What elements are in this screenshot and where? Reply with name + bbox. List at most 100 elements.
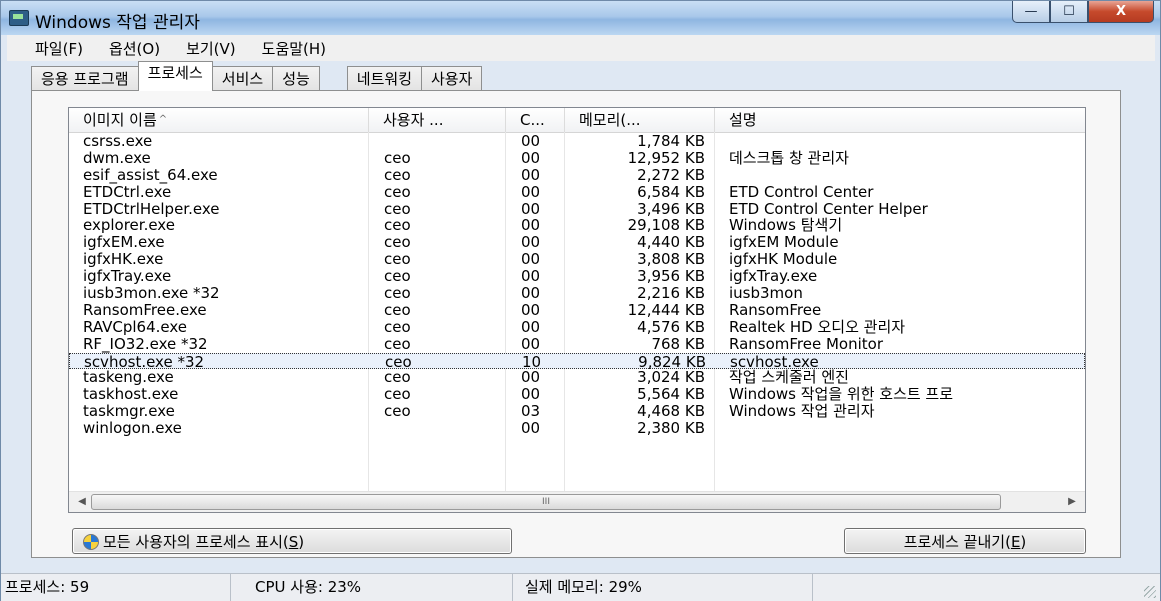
table-row[interactable]: RansomFree.exe ceo 00 12,444 KB RansomFree bbox=[69, 302, 1085, 319]
table-row[interactable]: igfxHK.exe ceo 00 3,808 KB igfxHK Module bbox=[69, 251, 1085, 268]
process-name-cell: winlogon.exe bbox=[83, 420, 182, 438]
process-cpu-cell: 00 bbox=[521, 369, 541, 387]
process-user-cell bbox=[384, 420, 504, 437]
minimize-button[interactable]: — bbox=[1012, 1, 1050, 23]
close-button[interactable]: X bbox=[1088, 1, 1154, 23]
process-cpu-cell: 00 bbox=[521, 166, 541, 184]
process-name-cell: esif_assist_64.exe bbox=[83, 166, 218, 184]
process-user-cell: ceo bbox=[384, 386, 411, 404]
menu-options[interactable]: 옵션(O) bbox=[109, 38, 160, 59]
menu-view[interactable]: 보기(V) bbox=[186, 38, 236, 59]
maximize-button[interactable]: ☐ bbox=[1050, 1, 1088, 23]
end-process-label-end: ) bbox=[1020, 533, 1027, 551]
process-user-cell: ceo bbox=[384, 301, 411, 319]
process-description-cell: ETD Control Center bbox=[729, 183, 874, 201]
resize-grip-icon[interactable] bbox=[1144, 586, 1156, 598]
table-row[interactable]: igfxEM.exe ceo 00 4,440 KB igfxEM Module bbox=[69, 234, 1085, 251]
process-name-cell: explorer.exe bbox=[83, 217, 175, 235]
process-user-cell: ceo bbox=[384, 318, 411, 336]
process-name-cell: RAVCpl64.exe bbox=[83, 318, 188, 336]
process-rows: csrss.exe 00 1,784 KB dwm.exe ceo 00 12,952 KB… bbox=[69, 133, 1085, 437]
process-name-cell: iusb3mon.exe *32 bbox=[83, 285, 220, 303]
scroll-left-icon[interactable]: ◀ bbox=[75, 495, 89, 509]
column-description[interactable]: 설명 bbox=[715, 108, 1085, 132]
column-image-name-label: 이미지 이름 bbox=[83, 111, 157, 129]
column-cpu[interactable]: C... bbox=[506, 108, 565, 132]
process-description-cell: Realtek HD 오디오 관리자 bbox=[729, 318, 906, 336]
status-process-count: 프로세스: 59 bbox=[1, 574, 231, 601]
show-all-label: 모든 사용자의 프로세스 표시( bbox=[103, 533, 289, 551]
menu-help[interactable]: 도움말(H) bbox=[262, 38, 326, 59]
process-name-cell: dwm.exe bbox=[83, 149, 151, 167]
menu-file[interactable]: 파일(F) bbox=[35, 38, 83, 59]
process-cpu-cell: 00 bbox=[521, 285, 541, 303]
process-name-cell: csrss.exe bbox=[83, 133, 153, 150]
process-description-cell: igfxEM Module bbox=[729, 234, 839, 252]
process-description-cell: iusb3mon bbox=[729, 285, 803, 303]
process-memory-cell: 9,824 KB bbox=[638, 353, 706, 371]
process-cpu-cell: 00 bbox=[521, 268, 541, 286]
process-memory-cell: 4,440 KB bbox=[637, 234, 705, 252]
process-name-cell: igfxEM.exe bbox=[83, 234, 165, 252]
tab-services[interactable]: 서비스 bbox=[211, 66, 274, 91]
table-row[interactable]: explorer.exe ceo 00 29,108 KB Windows 탐색기 bbox=[69, 217, 1085, 234]
table-row[interactable]: RF_IO32.exe *32 ceo 00 768 KB RansomFree Mon… bbox=[69, 336, 1085, 353]
table-row[interactable]: taskhost.exe ceo 00 5,564 KB Windows 작업을 위한 … bbox=[69, 386, 1085, 403]
table-row[interactable]: RAVCpl64.exe ceo 00 4,576 KB Realtek HD 오디오 … bbox=[69, 319, 1085, 336]
table-row[interactable]: ETDCtrl.exe ceo 00 6,584 KB ETD Control Cent… bbox=[69, 184, 1085, 201]
process-name-cell: taskeng.exe bbox=[83, 369, 174, 387]
tab-networking[interactable]: 네트워킹 bbox=[346, 66, 422, 91]
column-image-name[interactable]: 이미지 이름 ^ bbox=[69, 108, 369, 132]
process-user-cell: ceo bbox=[384, 335, 411, 353]
process-memory-cell: 4,468 KB bbox=[637, 403, 705, 421]
title-bar[interactable]: Windows 작업 관리자 — ☐ X bbox=[1, 1, 1160, 35]
table-row[interactable]: scvhost.exe *32 ceo 10 9,824 KB scvhost.exe bbox=[69, 352, 1085, 371]
process-description-cell: Windows 작업 관리자 bbox=[729, 403, 875, 421]
table-row[interactable]: dwm.exe ceo 00 12,952 KB 데스크톱 창 관리자 bbox=[69, 150, 1085, 167]
process-memory-cell: 3,496 KB bbox=[637, 200, 705, 218]
table-row[interactable]: igfxTray.exe ceo 00 3,956 KB igfxTray.exe bbox=[69, 268, 1085, 285]
process-user-cell: ceo bbox=[384, 234, 411, 252]
table-row[interactable]: esif_assist_64.exe ceo 00 2,272 KB bbox=[69, 167, 1085, 184]
process-cpu-cell: 03 bbox=[521, 403, 541, 421]
process-cpu-cell: 00 bbox=[521, 133, 541, 150]
process-description-cell bbox=[729, 167, 1085, 184]
column-memory[interactable]: 메모리(... bbox=[565, 108, 715, 132]
process-name-cell: taskmgr.exe bbox=[83, 403, 175, 421]
horizontal-scrollbar[interactable]: ◀ III ▶ bbox=[69, 491, 1085, 512]
show-all-users-processes-button[interactable]: 모든 사용자의 프로세스 표시(S) bbox=[72, 528, 512, 554]
table-row[interactable]: csrss.exe 00 1,784 KB bbox=[69, 133, 1085, 150]
process-description-cell bbox=[729, 133, 1085, 150]
process-user-cell bbox=[384, 133, 504, 150]
process-cpu-cell: 00 bbox=[521, 301, 541, 319]
sort-ascending-icon: ^ bbox=[158, 114, 168, 125]
status-bar: 프로세스: 59 CPU 사용: 23% 실제 메모리: 29% bbox=[1, 573, 1160, 601]
process-user-cell: ceo bbox=[384, 251, 411, 269]
process-description-cell: RansomFree bbox=[729, 301, 822, 319]
show-all-label-end: ) bbox=[298, 533, 305, 551]
tab-performance[interactable]: 성능 bbox=[272, 66, 320, 91]
process-list[interactable]: 이미지 이름 ^ 사용자 ... C... 메모리(... 설명 csrss.ex… bbox=[68, 107, 1086, 513]
uac-shield-icon bbox=[83, 534, 99, 550]
process-description-cell: igfxTray.exe bbox=[729, 268, 818, 286]
table-row[interactable]: taskeng.exe ceo 00 3,024 KB 작업 스케줄러 엔진 bbox=[69, 369, 1085, 386]
table-row[interactable]: taskmgr.exe ceo 03 4,468 KB Windows 작업 관리자 bbox=[69, 403, 1085, 420]
process-cpu-cell: 00 bbox=[521, 149, 541, 167]
table-row[interactable]: iusb3mon.exe *32 ceo 00 2,216 KB iusb3mon bbox=[69, 285, 1085, 302]
table-row[interactable]: ETDCtrlHelper.exe ceo 00 3,496 KB ETD Contro… bbox=[69, 201, 1085, 218]
process-cpu-cell: 00 bbox=[521, 200, 541, 218]
tab-processes[interactable]: 프로세스 bbox=[137, 61, 213, 91]
table-row[interactable]: winlogon.exe 00 2,380 KB bbox=[69, 420, 1085, 437]
process-memory-cell: 1,784 KB bbox=[637, 133, 705, 150]
process-name-cell: ETDCtrlHelper.exe bbox=[83, 200, 220, 218]
end-process-button[interactable]: 프로세스 끝내기(E) bbox=[844, 528, 1086, 554]
tab-users[interactable]: 사용자 bbox=[421, 66, 483, 91]
tab-applications[interactable]: 응용 프로그램 bbox=[31, 66, 139, 91]
column-user[interactable]: 사용자 ... bbox=[369, 108, 506, 132]
process-cpu-cell: 00 bbox=[521, 420, 541, 438]
scrollbar-thumb[interactable]: III bbox=[91, 494, 1001, 510]
process-memory-cell: 12,444 KB bbox=[627, 301, 705, 319]
process-name-cell: taskhost.exe bbox=[83, 386, 179, 404]
list-header: 이미지 이름 ^ 사용자 ... C... 메모리(... 설명 bbox=[69, 108, 1085, 133]
scroll-right-icon[interactable]: ▶ bbox=[1065, 495, 1079, 509]
